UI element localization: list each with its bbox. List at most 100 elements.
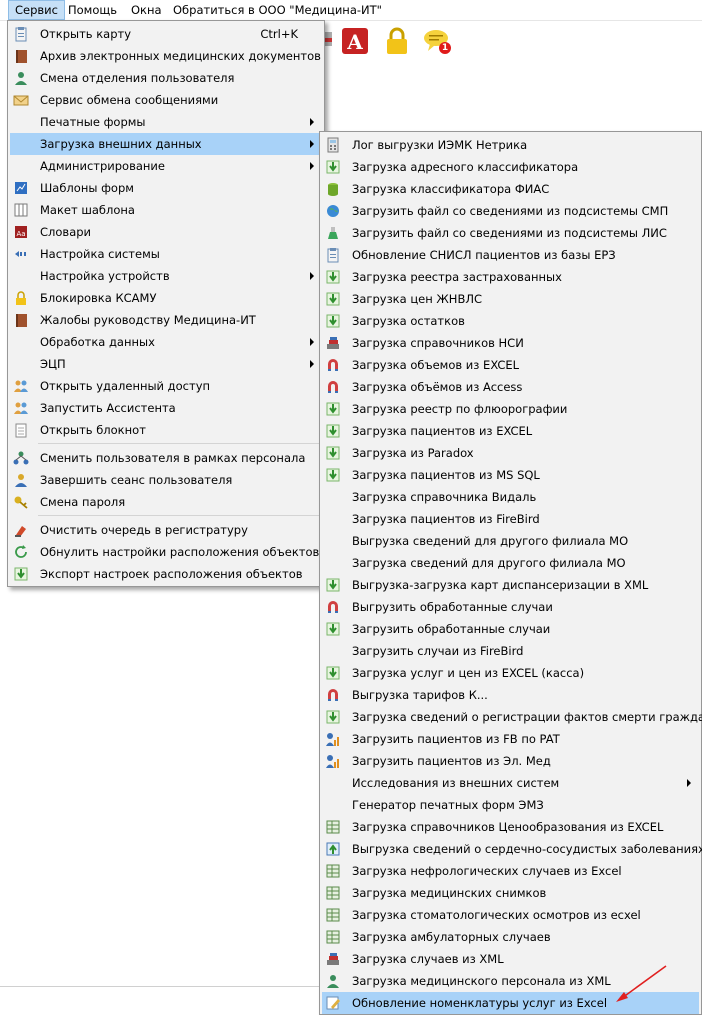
download-icon <box>326 622 340 636</box>
service-menu-item-label: Завершить сеанс пользователя <box>40 473 233 487</box>
download-icon <box>326 424 340 438</box>
external-data-item[interactable]: Загрузить обработанные случаи <box>322 618 699 640</box>
service-menu-item[interactable]: Сервис обмена сообщениями <box>10 89 322 111</box>
submenu-arrow-icon <box>310 118 314 126</box>
external-data-item[interactable]: Загрузка нефрологических случаев из Exce… <box>322 860 699 882</box>
external-data-item[interactable]: Загрузка стоматологических осмотров из e… <box>322 904 699 926</box>
external-data-item[interactable]: Загрузка цен ЖНВЛС <box>322 288 699 310</box>
external-data-item[interactable]: Загрузить файл со сведениями из подсисте… <box>322 222 699 244</box>
external-data-item-label: Загрузка пациентов из FireBird <box>352 512 540 526</box>
pdf-icon[interactable]: A <box>340 26 370 56</box>
service-menu-item[interactable]: Смена пароля <box>10 491 322 513</box>
service-menu-item[interactable]: Открыть блокнот <box>10 419 322 441</box>
external-data-item[interactable]: Выгрузить обработанные случаи <box>322 596 699 618</box>
external-data-item[interactable]: Загрузка сведений о регистрации фактов с… <box>322 706 702 728</box>
external-data-item[interactable]: Загрузка сведений для другого филиала МО <box>322 552 699 574</box>
external-data-item-label: Загрузка реестра застрахованных <box>352 270 562 284</box>
service-menu-item[interactable]: Смена отделения пользователя <box>10 67 322 89</box>
external-data-item[interactable]: Загрузка объёмов из Access <box>322 376 699 398</box>
external-data-item-label: Лог выгрузки ИЭМК Нетрика <box>352 138 528 152</box>
service-menu-item[interactable]: Настройка устройств <box>10 265 322 287</box>
menu-contact[interactable]: Обратиться в ООО "Медицина-ИТ" <box>167 0 388 20</box>
submenu-arrow-icon <box>310 272 314 280</box>
service-menu-item-label: Открыть карту <box>40 27 132 41</box>
menu-service[interactable]: Сервис <box>8 0 65 20</box>
external-data-item[interactable]: Загрузка из Paradox <box>322 442 699 464</box>
external-data-item[interactable]: Загрузка услуг и цен из EXCEL (касса) <box>322 662 699 684</box>
download-icon <box>326 402 340 416</box>
external-data-item[interactable]: Загрузка адресного классификатора <box>322 156 699 178</box>
service-menu-item[interactable]: Открыть карту Ctrl+K <box>10 23 322 45</box>
service-menu-item[interactable]: Администрирование <box>10 155 322 177</box>
external-data-item[interactable]: Выгрузка-загрузка карт диспансеризации в… <box>322 574 699 596</box>
service-menu-item[interactable]: Настройка системы <box>10 243 322 265</box>
submenu-arrow-icon <box>687 779 691 787</box>
service-menu-item[interactable]: Обработка данных <box>10 331 322 353</box>
external-data-item[interactable]: Загрузка пациентов из FireBird <box>322 508 699 530</box>
service-menu-item[interactable]: Жалобы руководству Медицина-ИТ <box>10 309 322 331</box>
service-menu-item[interactable]: Блокировка КСАМУ <box>10 287 322 309</box>
external-data-item[interactable]: Загрузить случаи из FireBird <box>322 640 699 662</box>
external-data-item[interactable]: Загрузка реестра застрахованных <box>322 266 699 288</box>
service-menu-item[interactable]: Архив электронных медицинских документов <box>10 45 322 67</box>
magnet-icon <box>328 381 338 393</box>
external-data-item[interactable]: Загрузка амбулаторных случаев <box>322 926 699 948</box>
clipboard-icon <box>327 248 339 263</box>
external-data-item[interactable]: Загрузка остатков <box>322 310 699 332</box>
service-menu-item-label: Блокировка КСАМУ <box>40 291 157 305</box>
table-icon <box>326 930 340 944</box>
external-data-item[interactable]: Загрузка реестр по флюорографии <box>322 398 699 420</box>
service-menu-item[interactable]: Загрузка внешних данных <box>10 133 322 155</box>
external-data-item[interactable]: Загрузка классификатора ФИАС <box>322 178 699 200</box>
external-data-item[interactable]: Загрузка объемов из EXCEL <box>322 354 699 376</box>
external-data-item[interactable]: Загрузить пациентов из Эл. Мед <box>322 750 699 772</box>
globe-icon <box>327 205 339 217</box>
external-data-item[interactable]: Исследования из внешних систем <box>322 772 699 794</box>
external-data-item[interactable]: Выгрузка сведений для другого филиала МО <box>322 530 699 552</box>
external-data-item[interactable]: Загрузить файл со сведениями из подсисте… <box>322 200 699 222</box>
service-menu-item-label: Сменить пользователя в рамках персонала <box>40 451 306 465</box>
external-data-item[interactable]: Обновление СНИСЛ пациентов из базы ЕРЗ <box>322 244 699 266</box>
service-menu-item[interactable]: Экспорт настроек расположения объектов <box>10 563 322 585</box>
service-menu-item-label: Обработка данных <box>40 335 155 349</box>
service-menu-item[interactable]: Завершить сеанс пользователя <box>10 469 322 491</box>
external-data-item-label: Загрузка классификатора ФИАС <box>352 182 550 196</box>
external-data-item-label: Загрузка справочника Видаль <box>352 490 537 504</box>
service-menu-item[interactable]: Шаблоны форм <box>10 177 322 199</box>
service-menu-item[interactable]: Макет шаблона <box>10 199 322 221</box>
external-data-item-label: Загрузка сведений для другого филиала МО <box>352 556 626 570</box>
external-data-item-label: Исследования из внешних систем <box>352 776 560 790</box>
external-data-item[interactable]: Загрузить пациентов из FB по PAT <box>322 728 699 750</box>
external-data-item[interactable]: Загрузка пациентов из EXCEL <box>322 420 699 442</box>
external-data-item[interactable]: Выгрузка сведений о сердечно-сосудистых … <box>322 838 702 860</box>
service-menu-item[interactable]: Сменить пользователя в рамках персонала <box>10 447 322 469</box>
service-menu-item-label: Администрирование <box>40 159 165 173</box>
service-menu-item[interactable]: Aa Словари <box>10 221 322 243</box>
external-data-item[interactable]: Выгрузка тарифов К... <box>322 684 699 706</box>
external-data-item[interactable]: Загрузка пациентов из MS SQL <box>322 464 699 486</box>
service-menu-item[interactable]: Запустить Ассистента <box>10 397 322 419</box>
network-icon <box>13 451 29 465</box>
service-menu-item-label: Смена пароля <box>40 495 126 509</box>
external-data-item-label: Выгрузка сведений для другого филиала МО <box>352 534 629 548</box>
submenu-arrow-icon <box>310 162 314 170</box>
service-menu-item[interactable]: Открыть удаленный доступ <box>10 375 322 397</box>
menu-help[interactable]: Помощь <box>62 0 123 20</box>
user-chart-icon <box>326 733 339 746</box>
menu-windows[interactable]: Окна <box>125 0 168 20</box>
service-menu-item[interactable]: ЭЦП <box>10 353 322 375</box>
external-data-item[interactable]: Лог выгрузки ИЭМК Нетрика <box>322 134 699 156</box>
external-data-item-label: Загрузить пациентов из Эл. Мед <box>352 754 551 768</box>
service-menu-item[interactable]: Печатные формы <box>10 111 322 133</box>
external-data-item[interactable]: Загрузка медицинских снимков <box>322 882 699 904</box>
lock-icon[interactable] <box>382 26 412 56</box>
service-menu-item[interactable]: Очистить очередь в регистратуру <box>10 519 322 541</box>
download-icon <box>326 446 340 460</box>
external-data-item[interactable]: Загрузка справочников НСИ <box>322 332 699 354</box>
external-data-item[interactable]: Генератор печатных форм ЭМЗ <box>322 794 699 816</box>
external-data-item[interactable]: Загрузка справочника Видаль <box>322 486 699 508</box>
service-menu-item[interactable]: Обнулить настройки расположения объектов <box>10 541 322 563</box>
external-data-item[interactable]: Загрузка справочников Ценообразования из… <box>322 816 699 838</box>
service-menu-item-label: Макет шаблона <box>40 203 135 217</box>
book-icon <box>16 50 27 63</box>
